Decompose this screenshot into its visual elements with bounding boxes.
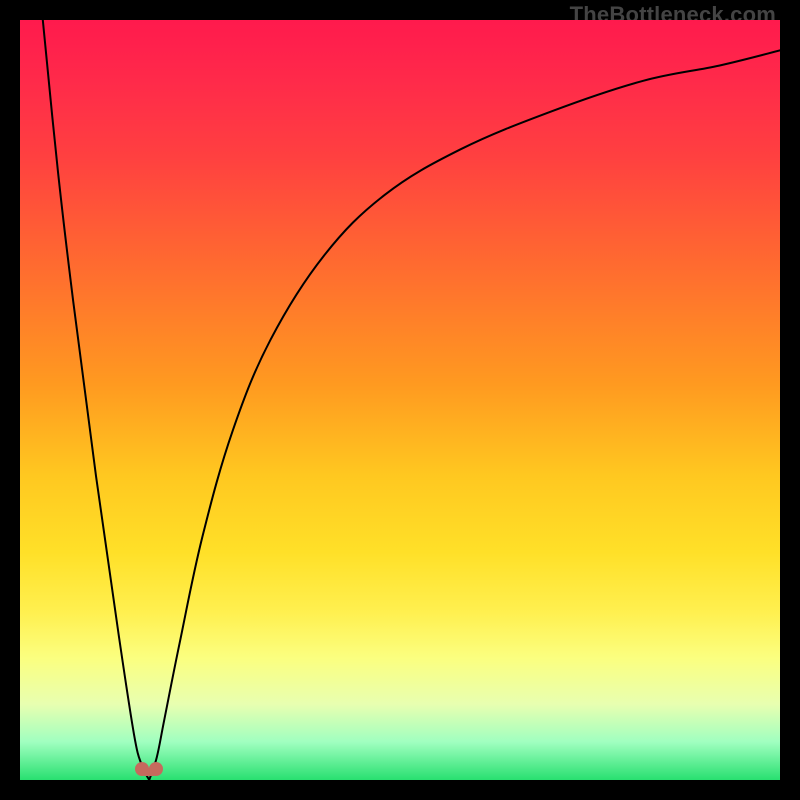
plot-area	[20, 20, 780, 780]
optimum-marker	[135, 758, 163, 776]
chart-frame: TheBottleneck.com	[0, 0, 800, 800]
curve-right	[149, 50, 780, 780]
bottleneck-curve	[20, 20, 780, 780]
curve-left	[43, 20, 149, 780]
optimum-marker-bridge	[142, 768, 156, 776]
